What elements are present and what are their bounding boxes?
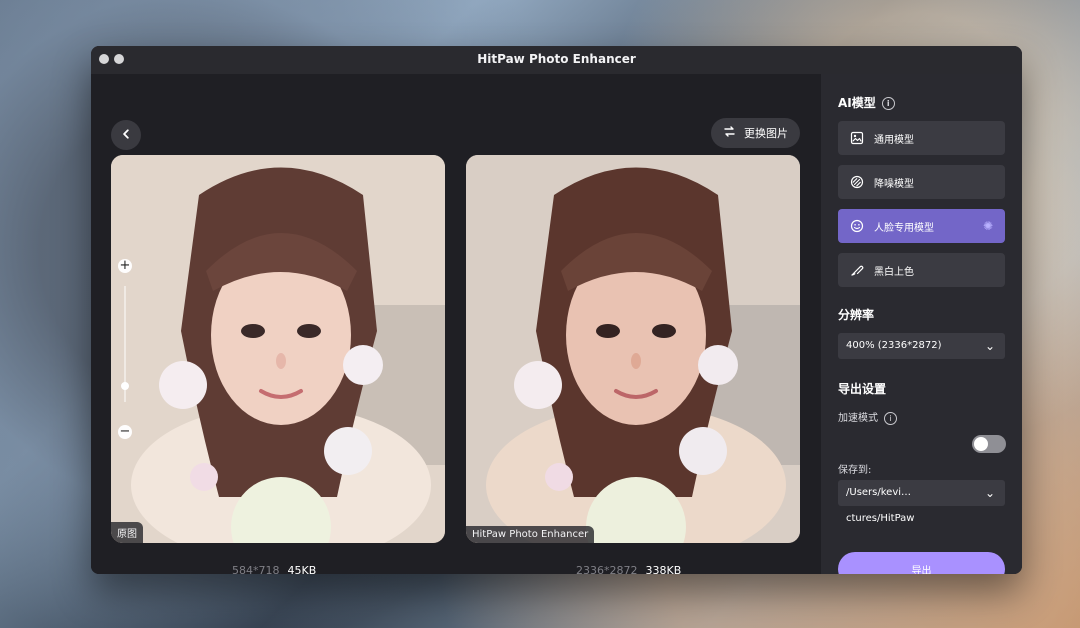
export-button[interactable]: 导出 bbox=[838, 552, 1005, 574]
app-window: HitPaw Photo Enhancer 更换图片 原图 HitPaw Pho… bbox=[91, 46, 1022, 574]
save-to-label: 保存到: bbox=[838, 465, 872, 476]
zoom-in-icon[interactable]: + bbox=[118, 259, 132, 273]
accelerate-mode-label: 加速模式 i bbox=[838, 409, 897, 425]
info-icon[interactable]: i bbox=[884, 411, 897, 425]
brush-icon bbox=[850, 263, 864, 277]
accelerate-toggle[interactable] bbox=[972, 435, 1006, 453]
model-option-denoise[interactable]: 降噪模型 bbox=[838, 165, 1005, 199]
settings-sidebar: AI模型 i 通用模型 降噪模型 人脸专用模型 ✺ 黑白上色 分辨率 400% … bbox=[821, 74, 1022, 574]
original-tag: 原图 bbox=[111, 522, 143, 543]
enhanced-portrait-image bbox=[466, 155, 800, 543]
back-button[interactable] bbox=[111, 120, 141, 150]
accelerate-mode-text: 加速模式 bbox=[838, 413, 878, 424]
model-label-denoise: 降噪模型 bbox=[874, 178, 914, 190]
image-icon bbox=[850, 131, 864, 145]
resolution-select[interactable]: 400% (2336*2872) ⌄ bbox=[838, 333, 1005, 359]
export-settings-heading: 导出设置 bbox=[838, 382, 887, 396]
original-stats: 584*718 45KB bbox=[232, 564, 316, 574]
gear-icon: ✺ bbox=[983, 219, 994, 233]
export-label: 导出 bbox=[911, 565, 932, 575]
zoom-control: + − bbox=[117, 257, 137, 439]
enhanced-file-size: 338KB bbox=[645, 564, 682, 574]
noise-icon bbox=[850, 175, 864, 189]
original-portrait-image bbox=[111, 155, 445, 543]
save-path-value: /Users/kevi…ctures/HitPaw bbox=[846, 487, 915, 524]
ai-model-heading: AI模型 i bbox=[838, 94, 895, 111]
info-icon[interactable]: i bbox=[881, 97, 895, 110]
window-title: HitPaw Photo Enhancer bbox=[477, 52, 636, 66]
original-image-panel: 原图 bbox=[111, 155, 445, 543]
model-option-face[interactable]: 人脸专用模型 ✺ bbox=[838, 209, 1005, 243]
swap-icon bbox=[723, 125, 736, 141]
model-label-colorize: 黑白上色 bbox=[874, 266, 914, 278]
model-option-colorize[interactable]: 黑白上色 bbox=[838, 253, 1005, 287]
toggle-knob bbox=[974, 437, 988, 451]
enhanced-stats: 2336*2872 338KB bbox=[576, 564, 681, 574]
original-resolution: 584*718 bbox=[232, 564, 280, 574]
zoom-out-icon[interactable]: − bbox=[118, 425, 132, 439]
title-bar: HitPaw Photo Enhancer bbox=[91, 46, 1022, 75]
chevron-down-icon: ⌄ bbox=[984, 486, 996, 500]
face-icon bbox=[850, 219, 864, 233]
model-label-face: 人脸专用模型 bbox=[874, 222, 934, 234]
replace-image-button[interactable]: 更换图片 bbox=[711, 118, 800, 148]
zoom-slider-handle[interactable] bbox=[121, 382, 129, 390]
enhanced-tag: HitPaw Photo Enhancer bbox=[466, 526, 595, 543]
ai-model-title: AI模型 bbox=[838, 96, 876, 110]
enhanced-image-panel: HitPaw Photo Enhancer bbox=[466, 155, 800, 543]
save-path-select[interactable]: /Users/kevi…ctures/HitPaw ⌄ bbox=[838, 480, 1005, 524]
model-option-general[interactable]: 通用模型 bbox=[838, 121, 1005, 155]
enhanced-resolution: 2336*2872 bbox=[576, 564, 638, 574]
replace-image-label: 更换图片 bbox=[744, 128, 788, 140]
chevron-left-icon bbox=[120, 128, 132, 143]
chevron-down-icon: ⌄ bbox=[984, 339, 996, 353]
resolution-value: 400% (2336*2872) bbox=[846, 340, 942, 351]
model-label-general: 通用模型 bbox=[874, 134, 914, 146]
original-file-size: 45KB bbox=[287, 564, 317, 574]
resolution-heading: 分辨率 bbox=[838, 308, 875, 322]
preview-area: 更换图片 原图 HitPaw Photo Enhancer + − 584*71… bbox=[91, 74, 821, 574]
